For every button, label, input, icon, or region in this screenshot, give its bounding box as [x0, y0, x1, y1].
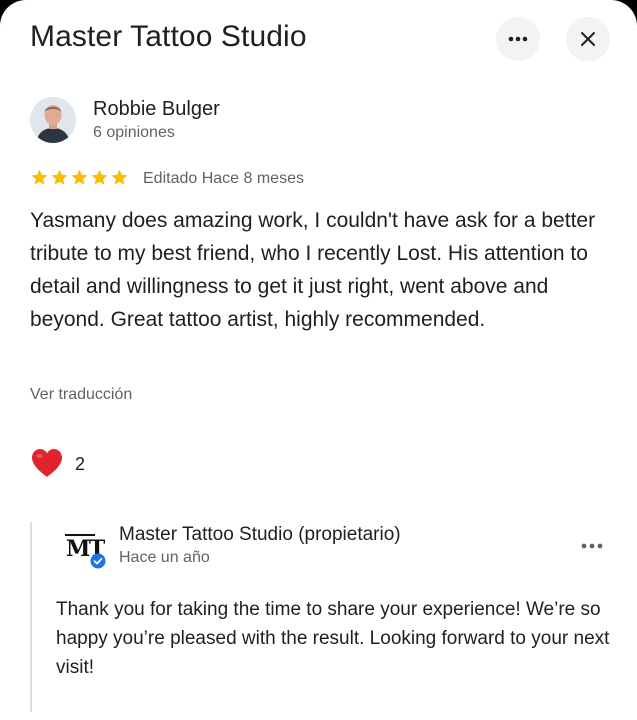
close-icon	[581, 32, 595, 46]
reaction-count: 2	[75, 454, 86, 474]
close-button[interactable]	[566, 17, 610, 61]
more-horiz-icon	[508, 36, 528, 42]
star-rating	[30, 168, 129, 187]
reviewer-name[interactable]: Robbie Bulger	[93, 98, 220, 121]
heart-icon	[32, 449, 62, 477]
verified-badge-icon	[90, 553, 106, 569]
star-icon	[51, 169, 68, 185]
owner-response-time: Hace un año	[119, 549, 210, 566]
review-text: Yasmany does amazing work, I couldn't ha…	[30, 209, 596, 331]
reviewer-review-count: 6 opiniones	[93, 124, 175, 141]
review-date: Editado Hace 8 meses	[143, 170, 304, 187]
owner-name: Master Tattoo Studio (propietario)	[119, 524, 401, 545]
translate-link[interactable]: Ver traducción	[30, 386, 132, 404]
owner-response-text: Thank you for taking the time to share y…	[56, 599, 610, 678]
page-title: Master Tattoo Studio	[30, 20, 307, 53]
star-icon	[111, 169, 128, 185]
heart-reaction-button[interactable]	[30, 447, 64, 479]
review-sheet: Master Tattoo Studio Robbie Bulger 6 opi…	[0, 0, 637, 720]
star-icon	[31, 169, 48, 185]
reviewer-avatar[interactable]	[30, 97, 76, 143]
owner-response-divider	[30, 522, 32, 712]
more-horiz-icon	[581, 543, 603, 549]
more-options-button[interactable]	[496, 17, 540, 61]
star-icon	[91, 169, 108, 185]
owner-response-more-button[interactable]	[576, 535, 608, 557]
star-icon	[71, 169, 88, 185]
